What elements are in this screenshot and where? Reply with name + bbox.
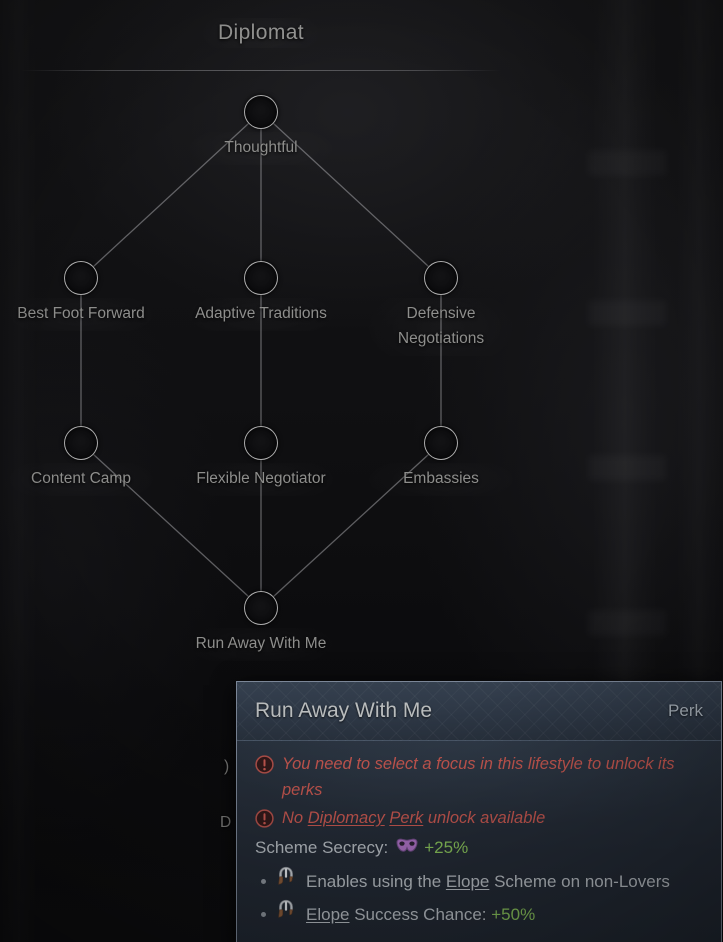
- perk-node-icon[interactable]: [64, 426, 98, 460]
- tooltip-stat-row: Scheme Secrecy: +25%: [255, 833, 705, 863]
- warning-link[interactable]: Diplomacy: [308, 809, 385, 827]
- effect-text-segment: Scheme on non-Lovers: [489, 871, 670, 891]
- tooltip-warning-row: You need to select a focus in this lifes…: [255, 751, 705, 803]
- tooltip-body: You need to select a focus in this lifes…: [237, 741, 721, 942]
- effect-text-segment: +50%: [491, 904, 536, 924]
- background-detail: [588, 455, 666, 481]
- tooltip-warning-text: No Diplomacy Perk unlock available: [282, 805, 705, 831]
- background-detail: [588, 610, 666, 636]
- effect-link[interactable]: Elope: [306, 905, 349, 924]
- warning-text-segment: No: [282, 809, 308, 827]
- effect-link[interactable]: Elope: [446, 872, 489, 891]
- perk-node-label: Defensive Negotiations: [361, 298, 521, 356]
- helmet-icon: [275, 898, 297, 931]
- bullet-icon: [261, 879, 266, 884]
- perk-node-icon[interactable]: [424, 261, 458, 295]
- perk-node-icon[interactable]: [424, 426, 458, 460]
- tooltip-warnings: You need to select a focus in this lifes…: [255, 751, 705, 831]
- effect-text-segment: Enables using the: [306, 871, 446, 891]
- tooltip-effect-text: Enables using the Elope Scheme on non-Lo…: [306, 866, 670, 898]
- perk-node-icon[interactable]: [244, 426, 278, 460]
- perk-node-icon[interactable]: [244, 95, 278, 129]
- perk-node-icon[interactable]: [244, 591, 278, 625]
- page-title: Diplomat: [201, 18, 321, 48]
- title-divider: [21, 70, 501, 71]
- warning-text-segment: You need to select a focus in this lifes…: [282, 755, 675, 799]
- tooltip-effect-item: Elope Success Chance: +50%: [255, 898, 705, 931]
- tooltip-warning-row: No Diplomacy Perk unlock available: [255, 805, 705, 831]
- stat-label: Scheme Secrecy:: [255, 838, 389, 857]
- perk-node-label: Thoughtful: [181, 132, 341, 165]
- stat-value: +25%: [424, 838, 469, 857]
- perk-node-label: Content Camp: [1, 463, 161, 496]
- background-detail: [588, 150, 666, 176]
- tooltip-effect-text: Elope Success Chance: +50%: [306, 899, 535, 931]
- tooltip-warning-text: You need to select a focus in this lifes…: [282, 751, 705, 803]
- perk-node-icon[interactable]: [244, 261, 278, 295]
- perk-node-icon[interactable]: [64, 261, 98, 295]
- perk-node-label: Best Foot Forward: [1, 298, 161, 331]
- tree-header: Diplomat: [21, 18, 501, 48]
- tooltip-kind-label: Perk: [668, 701, 703, 720]
- warning-icon: [255, 809, 274, 828]
- occluded-text-fragment: D: [220, 814, 232, 831]
- perk-tooltip: Run Away With Me Perk You need to select…: [236, 681, 722, 942]
- tooltip-header: Run Away With Me Perk: [237, 682, 721, 741]
- tooltip-title: Run Away With Me: [255, 699, 433, 722]
- tooltip-effect-item: Enables using the Elope Scheme on non-Lo…: [255, 865, 705, 898]
- tooltip-effect-list: Enables using the Elope Scheme on non-Lo…: [255, 865, 705, 931]
- warning-text-segment: unlock available: [423, 809, 546, 827]
- mask-icon: [396, 833, 418, 863]
- helmet-icon: [275, 865, 297, 898]
- background-detail: [588, 300, 666, 326]
- perk-tree-screen: Diplomat Thoughtful Best Foot Forward Adap…: [0, 0, 723, 942]
- warning-link[interactable]: Perk: [389, 809, 423, 827]
- perk-node-label: Run Away With Me: [181, 628, 341, 661]
- warning-icon: [255, 755, 274, 774]
- perk-node-label: Flexible Negotiator: [181, 463, 341, 496]
- bullet-icon: [261, 912, 266, 917]
- perk-node-label: Adaptive Traditions: [181, 298, 341, 331]
- perk-node-label: Embassies: [361, 463, 521, 496]
- effect-text-segment: Success Chance:: [349, 904, 492, 924]
